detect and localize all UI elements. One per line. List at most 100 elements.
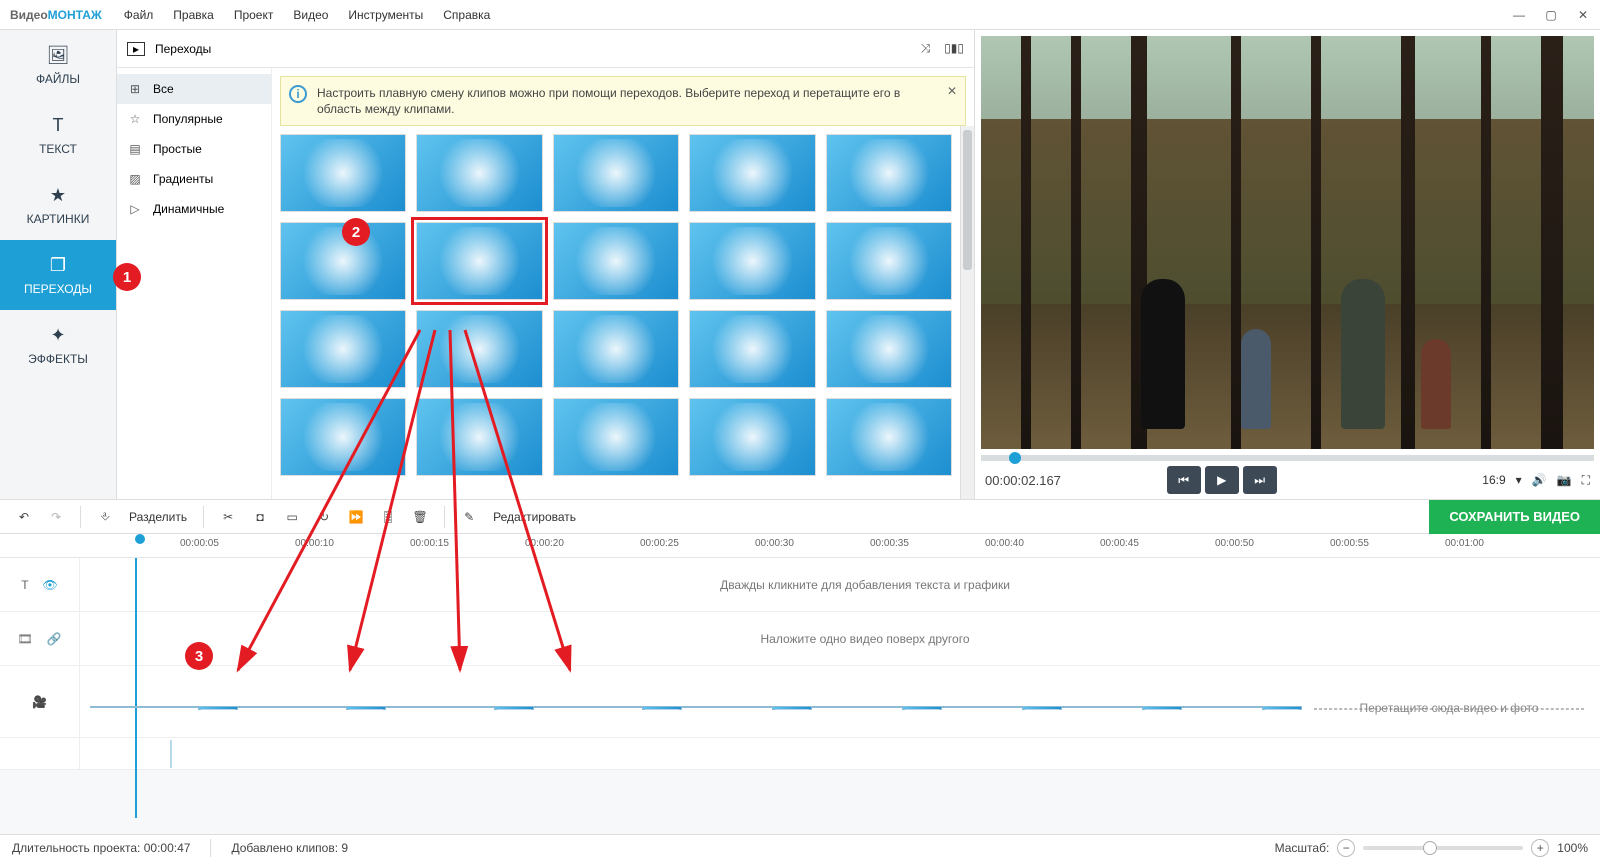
volume-icon[interactable]: 🔊 (1532, 473, 1547, 487)
transition-slot[interactable]: 2.0 (902, 706, 942, 710)
tip-close-icon[interactable]: ✕ (947, 83, 957, 99)
menu-project[interactable]: Проект (224, 0, 284, 30)
aspect-icon[interactable]: ▯▮▯ (944, 41, 964, 56)
redo-button[interactable]: ↷ (42, 503, 70, 531)
edit-icon[interactable]: ✎ (455, 503, 483, 531)
transition-thumb[interactable] (826, 222, 952, 300)
nav-files[interactable]: 🖼ФАЙЛЫ (0, 30, 116, 100)
transition-slot[interactable]: 2.0 (198, 706, 238, 710)
transition-slot[interactable]: 2.0 (772, 706, 812, 710)
nav-effects[interactable]: ✦ЭФФЕКТЫ (0, 310, 116, 380)
menu-file[interactable]: Файл (114, 0, 164, 30)
preview-pane: 00:00:02.167 ⏮ ▶ ⏭ 16:9 ▾ 🔊 📷 ⛶ (975, 30, 1600, 499)
transition-slot[interactable]: 2.0 (346, 706, 386, 710)
timecode: 00:00:02.167 (985, 473, 1061, 488)
transition-thumb[interactable] (553, 222, 679, 300)
window-maximize-icon[interactable]: ▢ (1544, 8, 1558, 22)
transition-thumb[interactable] (280, 134, 406, 212)
transition-thumb[interactable] (416, 398, 542, 476)
transition-thumb[interactable] (280, 398, 406, 476)
menu-video[interactable]: Видео (283, 0, 338, 30)
text-track[interactable]: T👁 Дважды кликните для добавления текста… (0, 558, 1600, 612)
window-close-icon[interactable]: ✕ (1576, 8, 1590, 22)
chevron-down-icon[interactable]: ▾ (1516, 473, 1522, 487)
category-dynamic[interactable]: ▷Динамичные (117, 194, 271, 224)
split-icon[interactable]: ⎀ (91, 503, 119, 531)
category-gradients[interactable]: ▨Градиенты (117, 164, 271, 194)
menu-help[interactable]: Справка (433, 0, 500, 30)
duration-value: 00:00:47 (144, 841, 191, 855)
clip[interactable] (238, 706, 346, 708)
clip[interactable] (534, 706, 642, 708)
transition-thumb[interactable] (553, 398, 679, 476)
transition-slot[interactable]: 2.0 (1262, 706, 1302, 710)
clip[interactable] (386, 706, 494, 708)
clip[interactable] (942, 706, 1022, 708)
zoom-out-button[interactable]: − (1337, 839, 1355, 857)
category-all[interactable]: ⊞Все (117, 74, 271, 104)
undo-button[interactable]: ↶ (10, 503, 38, 531)
zoom-slider[interactable] (1363, 846, 1523, 850)
transition-slot[interactable]: 2.0 (494, 706, 534, 710)
transition-thumb[interactable] (416, 134, 542, 212)
timeline-ruler[interactable]: 00:00:05 00:00:10 00:00:15 00:00:20 00:0… (0, 534, 1600, 558)
zoom-in-button[interactable]: + (1531, 839, 1549, 857)
snapshot-icon[interactable]: 📷 (1557, 473, 1572, 487)
rotate-button[interactable]: ↻ (310, 503, 338, 531)
link-icon[interactable]: 🔗 (47, 632, 62, 646)
clip[interactable] (1182, 706, 1262, 708)
save-video-button[interactable]: СОХРАНИТЬ ВИДЕО (1429, 500, 1600, 534)
next-button[interactable]: ⏭ (1243, 466, 1277, 494)
grid-scrollbar[interactable] (960, 126, 974, 499)
transition-thumb[interactable] (689, 310, 815, 388)
transitions-grid (272, 126, 960, 499)
nav-images[interactable]: ★КАРТИНКИ (0, 170, 116, 240)
window-minimize-icon[interactable]: — (1512, 8, 1526, 22)
transition-thumb[interactable] (826, 134, 952, 212)
transition-thumb[interactable] (416, 310, 542, 388)
preview-progress[interactable] (981, 455, 1594, 461)
adjust-button[interactable]: 🎚 (374, 503, 402, 531)
fullscreen-icon[interactable]: ⛶ (1582, 473, 1590, 488)
transition-thumb-selected[interactable] (416, 222, 542, 300)
clip[interactable] (90, 706, 198, 708)
aspect-label[interactable]: 16:9 (1482, 473, 1505, 487)
frame-button[interactable]: ▭ (278, 503, 306, 531)
transition-thumb[interactable] (826, 398, 952, 476)
shuffle-icon[interactable]: ⤨ (921, 41, 931, 56)
clip[interactable] (1062, 706, 1142, 708)
transition-slot[interactable]: 2.0 (1142, 706, 1182, 710)
play-button[interactable]: ▶ (1205, 466, 1239, 494)
menu-tools[interactable]: Инструменты (338, 0, 433, 30)
drop-zone[interactable]: Перетащите сюда видео и фото (1314, 708, 1584, 710)
transition-thumb[interactable] (553, 310, 679, 388)
transition-thumb[interactable] (689, 222, 815, 300)
transition-slot[interactable]: 2.0 (1022, 706, 1062, 710)
category-simple[interactable]: ▤Простые (117, 134, 271, 164)
video-track[interactable]: 🎥 2.0 2.0 2.0 2.0 2.0 2.0 2.0 2.0 (0, 666, 1600, 738)
clip[interactable] (812, 706, 902, 708)
clip[interactable] (682, 706, 772, 708)
speed-button[interactable]: ⏩ (342, 503, 370, 531)
nav-text[interactable]: TТЕКСТ (0, 100, 116, 170)
cut-button[interactable]: ✂ (214, 503, 242, 531)
category-popular[interactable]: ☆Популярные (117, 104, 271, 134)
transition-thumb[interactable] (280, 310, 406, 388)
split-button[interactable]: Разделить (123, 510, 193, 524)
app-logo: ВидеоМОНТАЖ (10, 8, 102, 22)
prev-button[interactable]: ⏮ (1167, 466, 1201, 494)
transition-thumb[interactable] (689, 398, 815, 476)
transition-thumb[interactable] (553, 134, 679, 212)
menu-edit[interactable]: Правка (163, 0, 224, 30)
transition-thumb[interactable] (826, 310, 952, 388)
nav-transitions[interactable]: ❐ПЕРЕХОДЫ (0, 240, 116, 310)
transition-thumb[interactable] (689, 134, 815, 212)
ruler-mark: 00:00:25 (640, 538, 679, 549)
overlay-track[interactable]: 🎞🔗 Наложите одно видео поверх другого (0, 612, 1600, 666)
delete-button[interactable]: 🗑 (406, 503, 434, 531)
transition-slot[interactable]: 2.0 (642, 706, 682, 710)
eye-icon[interactable]: 👁 (43, 578, 58, 592)
audio-track[interactable] (0, 738, 1600, 770)
crop-button[interactable]: ◘ (246, 503, 274, 531)
edit-button[interactable]: Редактировать (487, 510, 582, 524)
